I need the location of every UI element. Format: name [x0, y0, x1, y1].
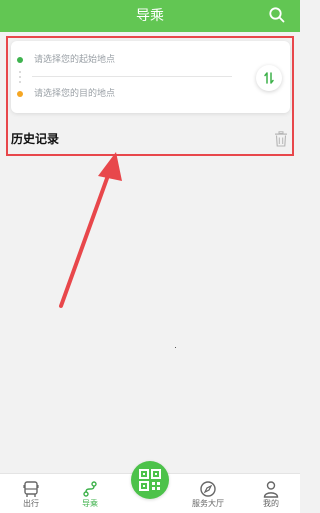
tab-label: 出行 — [23, 499, 39, 508]
search-icon[interactable] — [268, 6, 286, 24]
top-bar: 导乘 — [0, 0, 300, 32]
speck — [175, 347, 176, 348]
swap-icon — [264, 72, 274, 84]
route-icon — [83, 481, 97, 497]
tab-mine[interactable]: 我的 — [246, 474, 296, 513]
tab-travel[interactable]: 出行 — [6, 474, 56, 513]
tab-label: 我的 — [263, 499, 279, 508]
tab-service-hall[interactable]: 服务大厅 — [183, 474, 233, 513]
bus-icon — [23, 481, 39, 497]
user-icon — [263, 481, 279, 498]
origin-field[interactable]: 请选择您的起始地点 — [11, 50, 251, 70]
route-connector — [19, 71, 21, 83]
swap-button[interactable] — [256, 65, 282, 91]
tab-label: 服务大厅 — [192, 499, 224, 508]
history-title: 历史记录 — [11, 132, 60, 146]
destination-field[interactable]: 请选择您的目的地点 — [11, 84, 251, 104]
destination-dot — [17, 91, 23, 97]
qr-code-icon — [139, 469, 161, 491]
origin-placeholder: 请选择您的起始地点 — [34, 55, 116, 65]
origin-dot — [17, 57, 23, 63]
compass-icon — [200, 481, 216, 497]
divider — [32, 76, 232, 77]
page-title: 导乘 — [136, 8, 164, 24]
tab-label: 导乘 — [82, 499, 98, 508]
trash-icon[interactable] — [274, 131, 288, 147]
tab-guide[interactable]: 导乘 — [65, 474, 115, 513]
qr-code-button[interactable] — [131, 461, 169, 499]
route-card: 请选择您的起始地点 请选择您的目的地点 — [11, 41, 290, 113]
destination-placeholder: 请选择您的目的地点 — [34, 89, 116, 99]
